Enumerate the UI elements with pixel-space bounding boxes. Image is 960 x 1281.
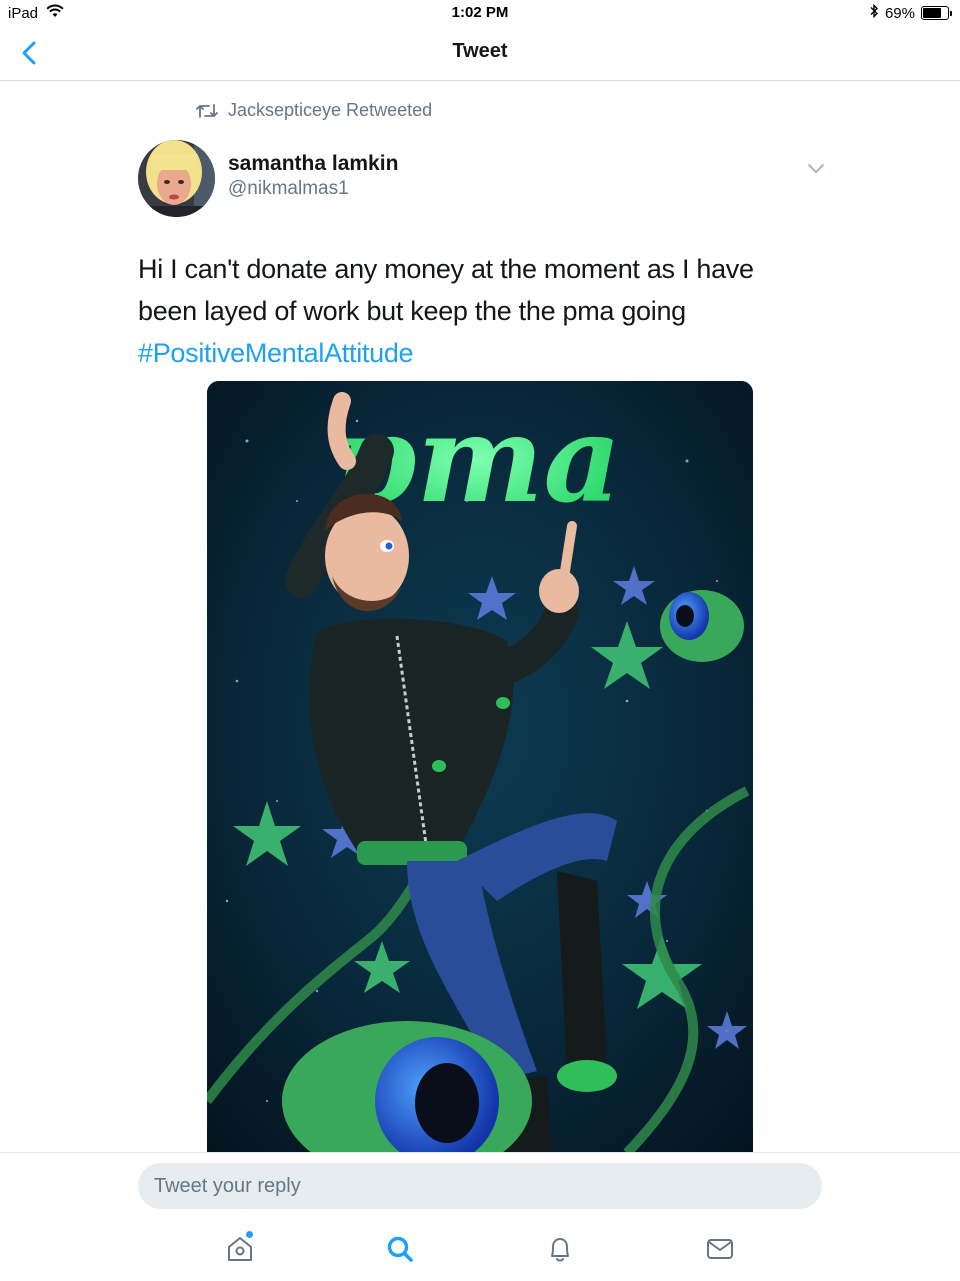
retweet-label: Jacksepticeye Retweeted [228, 100, 433, 120]
tab-home[interactable] [220, 1229, 260, 1269]
status-bar: iPad 1:02 PM 69% [0, 0, 960, 26]
tab-search[interactable] [380, 1229, 420, 1269]
battery-cap [950, 10, 952, 16]
bluetooth-icon [869, 3, 879, 22]
author-handle[interactable]: @nikmalmas1 [228, 178, 349, 200]
battery-icon [921, 6, 949, 20]
author-name[interactable]: samantha lamkin [228, 152, 398, 176]
page-title: Tweet [452, 40, 508, 62]
battery-percent: 69% [884, 4, 915, 22]
chevron-down-icon [808, 164, 824, 173]
tweet-text: Hi I can't donate any money at the momen… [138, 248, 838, 374]
home-icon [228, 1237, 252, 1261]
status-right: 69% [869, 3, 952, 22]
tweet-text-line: Hi I can't donate any money at the momen… [138, 254, 754, 284]
tab-notifications[interactable] [540, 1229, 580, 1269]
tweet-text-line: been layed of work but keep the the pma … [138, 296, 686, 326]
septic-eye-top [660, 590, 744, 662]
pma-artwork: pma [207, 381, 753, 1153]
retweet-context[interactable]: Jacksepticeye Retweeted [196, 100, 432, 121]
search-icon [387, 1236, 413, 1262]
avatar-image [138, 140, 215, 217]
reply-input[interactable] [138, 1163, 822, 1209]
status-time: 1:02 PM [451, 4, 509, 21]
new-tweets-indicator [246, 1231, 253, 1238]
mail-icon [707, 1239, 733, 1259]
more-options-button[interactable] [806, 158, 826, 178]
bell-icon [551, 1238, 569, 1262]
hashtag-link[interactable]: #PositiveMentalAttitude [138, 332, 838, 374]
tweet-media-image[interactable]: pma [207, 381, 753, 1153]
tab-messages[interactable] [700, 1229, 740, 1269]
nav-bar: Tweet [0, 26, 960, 81]
avatar[interactable] [138, 140, 215, 217]
battery-fill [923, 8, 941, 18]
retweet-icon [196, 103, 218, 118]
reply-bar [0, 1152, 960, 1281]
